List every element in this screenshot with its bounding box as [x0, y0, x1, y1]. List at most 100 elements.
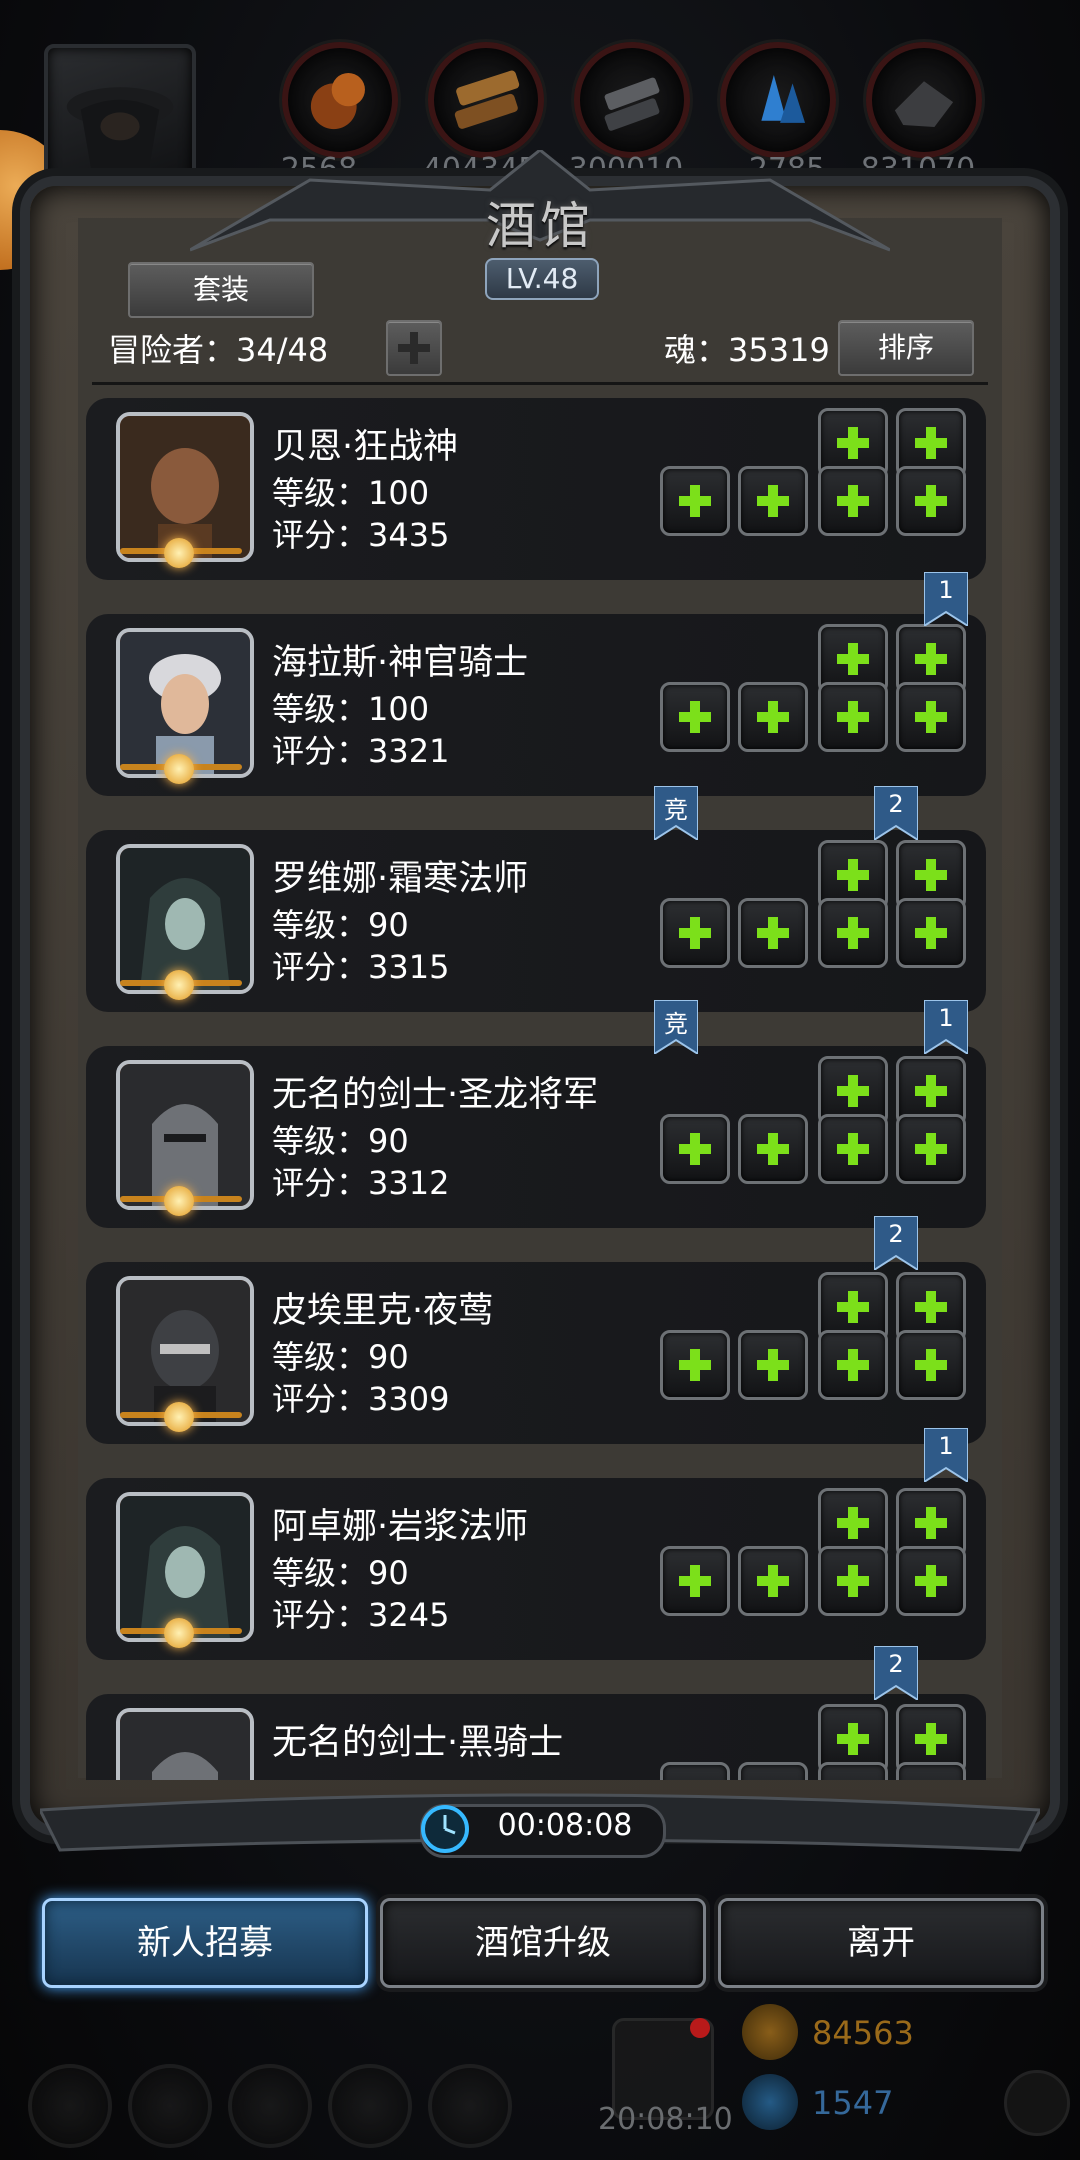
hero-name: 无名的剑士·圣龙将军	[272, 1075, 599, 1115]
add-equipment-icon	[757, 701, 789, 733]
weapon-slot-button[interactable]	[660, 466, 730, 536]
ribbon-label: 1	[938, 576, 954, 604]
ribbon-label: 竞	[664, 796, 688, 824]
leave-button[interactable]: 离开	[718, 1898, 1044, 1988]
hooded-figure-icon	[66, 87, 174, 174]
amulet-slot-button[interactable]	[896, 1546, 966, 1616]
weapon-slot-button[interactable]	[660, 1330, 730, 1400]
hero-name: 阿卓娜·岩浆法师	[272, 1507, 529, 1547]
hooded-mage-portrait-icon	[120, 848, 250, 990]
hero-score: 评分：3321	[272, 732, 450, 770]
settings-gear-icon[interactable]	[28, 2064, 112, 2148]
shield-slot-button[interactable]	[738, 1546, 808, 1616]
ribbon-label: 2	[888, 1220, 904, 1248]
plus-icon	[398, 332, 430, 364]
ring-slot-button[interactable]	[818, 1114, 888, 1184]
star-icon[interactable]	[128, 2064, 212, 2148]
recruit-button[interactable]: 新人招募	[42, 1898, 368, 1988]
add-equipment-icon	[679, 1565, 711, 1597]
ring-slot-button[interactable]	[818, 898, 888, 968]
weapon-slot-button[interactable]	[660, 682, 730, 752]
iron-resource[interactable]	[574, 42, 690, 158]
gem-icon	[742, 2074, 798, 2130]
hero-level: 等级：90	[272, 1122, 409, 1160]
timer-text: 00:08:08	[497, 1808, 633, 1843]
expand-slots-button[interactable]	[386, 320, 442, 376]
set-button[interactable]: 套装	[128, 262, 314, 318]
amulet-slot-button[interactable]	[896, 1114, 966, 1184]
gold-value: 84563	[812, 2014, 914, 2052]
shield-slot-button[interactable]	[738, 1330, 808, 1400]
shield-slot-button[interactable]	[738, 466, 808, 536]
hero-card[interactable]: 罗维娜·霜寒法师 等级：90 评分：3315	[86, 830, 986, 1012]
hero-card[interactable]: 无名的剑士·圣龙将军 等级：90 评分：3312	[86, 1046, 986, 1228]
wood-resource[interactable]	[428, 42, 544, 158]
hero-score: 评分：3245	[272, 1596, 450, 1634]
amulet-slot-button[interactable]	[896, 682, 966, 752]
crystal-resource[interactable]	[720, 42, 836, 158]
hero-card[interactable]: 贝恩·狂战神 等级：100 评分：3435	[86, 398, 986, 580]
armored-helm-portrait-icon	[120, 1064, 250, 1206]
handshake-icon[interactable]	[428, 2064, 512, 2148]
add-equipment-icon	[757, 917, 789, 949]
hero-name: 皮埃里克·夜莺	[272, 1291, 494, 1331]
weapon-slot-button[interactable]	[660, 898, 730, 968]
castle-icon[interactable]	[228, 2064, 312, 2148]
ring-slot-button[interactable]	[818, 682, 888, 752]
hero-level: 等级：90	[272, 906, 409, 944]
crystal-icon	[761, 75, 806, 123]
divider	[92, 382, 988, 385]
white-haired-knight-portrait-icon	[120, 632, 250, 774]
add-equipment-icon	[837, 1349, 869, 1381]
moon-rank-icon	[164, 754, 194, 784]
hero-list[interactable]: 贝恩·狂战神 等级：100 评分：3435 海拉斯·神官骑士 等级：100 评分：3321…	[86, 398, 986, 1780]
ring-slot-button[interactable]	[818, 466, 888, 536]
hero-card[interactable]: 阿卓娜·岩浆法师 等级：90 评分：3245	[86, 1478, 986, 1660]
add-equipment-icon	[837, 701, 869, 733]
hero-level: 等级：90	[272, 1554, 409, 1592]
shield-slot-button[interactable]	[738, 898, 808, 968]
amulet-slot-button[interactable]	[896, 898, 966, 968]
rank-ribbon: 1	[924, 1000, 968, 1054]
moon-rank-icon	[164, 1402, 194, 1432]
meat-resource[interactable]	[282, 42, 398, 158]
rank-ribbon: 2	[874, 1646, 918, 1700]
ring-slot-button[interactable]	[818, 1330, 888, 1400]
hero-card[interactable]: 无名的剑士·黑骑士	[86, 1694, 986, 1780]
ring-slot-button[interactable]	[818, 1546, 888, 1616]
add-equipment-icon	[757, 1133, 789, 1165]
upgrade-tavern-button[interactable]: 酒馆升级	[380, 1898, 706, 1988]
ribbon-label: 1	[938, 1004, 954, 1032]
hero-card[interactable]: 海拉斯·神官骑士 等级：100 评分：3321	[86, 614, 986, 796]
amulet-slot-button[interactable]	[896, 466, 966, 536]
mail-icon[interactable]	[328, 2064, 412, 2148]
stone-resource[interactable]	[866, 42, 982, 158]
rank-ribbon: 1	[924, 572, 968, 626]
hero-level: 等级：90	[272, 1338, 409, 1376]
amulet-slot-button[interactable]	[896, 1330, 966, 1400]
hero-name: 罗维娜·霜寒法师	[272, 859, 529, 899]
add-equipment-icon	[679, 701, 711, 733]
hero-name: 贝恩·狂战神	[272, 427, 459, 467]
adventurer-count: 冒险者：34/48	[108, 331, 329, 369]
weapon-slot-button[interactable]	[660, 1546, 730, 1616]
hero-level: 等级：100	[272, 474, 430, 512]
add-equipment-icon	[837, 917, 869, 949]
hero-score: 评分：3309	[272, 1380, 450, 1418]
ribbon-label: 竞	[664, 1010, 688, 1038]
moon-rank-icon	[164, 538, 194, 568]
wood-icon	[454, 70, 520, 129]
add-currency-button[interactable]	[1004, 2070, 1070, 2136]
add-equipment-icon	[915, 485, 947, 517]
hero-score: 评分：3435	[272, 516, 450, 554]
sort-button[interactable]: 排序	[838, 320, 974, 376]
shield-slot-button[interactable]	[738, 1114, 808, 1184]
rank-ribbon: 1	[924, 1428, 968, 1482]
hero-card[interactable]: 皮埃里克·夜莺 等级：90 评分：3309	[86, 1262, 986, 1444]
brute-portrait-icon	[120, 416, 250, 558]
shield-slot-button[interactable]	[738, 682, 808, 752]
moon-rank-icon	[164, 1186, 194, 1216]
add-equipment-icon	[837, 1133, 869, 1165]
player-avatar[interactable]	[44, 44, 196, 192]
weapon-slot-button[interactable]	[660, 1114, 730, 1184]
